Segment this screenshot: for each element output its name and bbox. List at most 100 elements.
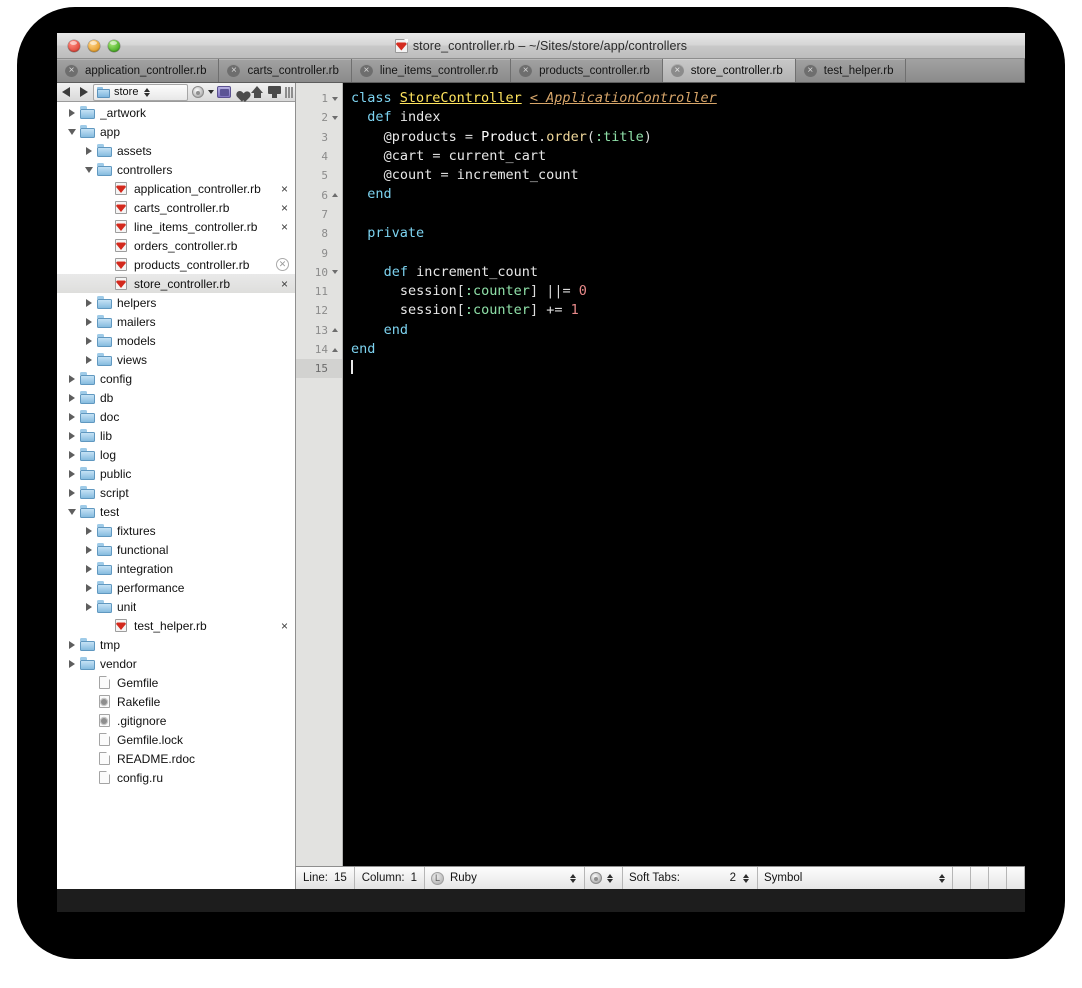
close-icon[interactable]: × — [803, 64, 817, 77]
symbol-select[interactable]: Symbol — [757, 867, 953, 889]
code-fold-toggle[interactable] — [330, 328, 339, 333]
chevron-right-icon[interactable] — [83, 544, 94, 555]
minimize-button[interactable] — [88, 39, 100, 52]
close-icon[interactable]: × — [65, 64, 78, 77]
tree-item[interactable]: carts_controller.rb × — [57, 198, 295, 217]
chevron-right-icon[interactable] — [83, 601, 94, 612]
tree-item[interactable]: views — [57, 350, 295, 369]
editor-tab[interactable]: × carts_controller.rb — [219, 59, 352, 82]
chevron-right-icon[interactable] — [83, 316, 94, 327]
editor-tab[interactable]: × store_controller.rb — [662, 59, 796, 82]
line-number-gutter[interactable]: 1 2 3 4 5 6 7 8 9 10 11 12 13 14 15 — [296, 83, 343, 866]
editor-tab[interactable]: × line_items_controller.rb — [351, 59, 512, 82]
tree-item[interactable]: log — [57, 445, 295, 464]
home-icon[interactable] — [249, 84, 266, 101]
project-file-tree[interactable]: _artwork app assets controllers application_… — [57, 102, 295, 889]
tree-item[interactable]: README.rdoc — [57, 749, 295, 768]
gutter-line[interactable]: 4 — [296, 147, 342, 166]
language-select[interactable]: L Ruby — [424, 867, 585, 889]
tree-item[interactable]: db — [57, 388, 295, 407]
code-fold-toggle[interactable] — [330, 347, 339, 352]
tree-item[interactable]: performance — [57, 578, 295, 597]
chevron-right-icon[interactable] — [66, 392, 77, 403]
chevron-right-icon[interactable] — [66, 107, 77, 118]
gutter-line[interactable]: 13 — [296, 321, 342, 340]
chevron-right-icon[interactable] — [83, 354, 94, 365]
code-fold-toggle[interactable] — [330, 96, 339, 101]
window-titlebar[interactable]: store_controller.rb – ~/Sites/store/app/… — [57, 33, 1025, 59]
unsaved-marker[interactable]: × — [281, 620, 288, 632]
gutter-line[interactable]: 3 — [296, 128, 342, 147]
tree-item[interactable]: _artwork — [57, 103, 295, 122]
unsaved-marker[interactable]: × — [281, 278, 288, 290]
chevron-right-icon[interactable] — [66, 449, 77, 460]
gutter-line[interactable]: 5 — [296, 166, 342, 185]
chevron-right-icon[interactable] — [66, 411, 77, 422]
code-fold-toggle[interactable] — [330, 193, 339, 198]
tree-item[interactable]: controllers — [57, 160, 295, 179]
tree-item[interactable]: public — [57, 464, 295, 483]
tree-item[interactable]: test — [57, 502, 295, 521]
tree-item[interactable]: application_controller.rb × — [57, 179, 295, 198]
chevron-right-icon[interactable] — [66, 487, 77, 498]
close-icon[interactable]: × — [359, 64, 373, 77]
editor-tabbar[interactable]: × application_controller.rb × carts_control… — [57, 59, 1025, 83]
gutter-line[interactable]: 1 — [296, 89, 342, 108]
editor-tab[interactable]: × products_controller.rb — [511, 59, 663, 82]
favorites-heart-icon[interactable] — [232, 84, 249, 101]
chevron-down-icon[interactable] — [66, 506, 77, 517]
gutter-line[interactable]: 7 — [296, 205, 342, 224]
tree-item[interactable]: tmp — [57, 635, 295, 654]
tree-item[interactable]: test_helper.rb × — [57, 616, 295, 635]
chevron-right-icon[interactable] — [66, 373, 77, 384]
tree-item[interactable]: lib — [57, 426, 295, 445]
gutter-line[interactable]: 8 — [296, 224, 342, 243]
tree-item[interactable]: vendor — [57, 654, 295, 673]
tree-item[interactable]: mailers — [57, 312, 295, 331]
project-toolbar[interactable]: store — [57, 83, 295, 102]
language-stepper[interactable] — [569, 873, 578, 883]
tree-item[interactable]: fixtures — [57, 521, 295, 540]
gutter-line[interactable]: 2 — [296, 108, 342, 127]
chevron-right-icon[interactable] — [83, 525, 94, 536]
gutter-line[interactable]: 15 — [296, 359, 342, 379]
tree-item[interactable]: Gemfile — [57, 673, 295, 692]
close-icon[interactable]: × — [227, 64, 241, 77]
symbol-stepper[interactable] — [937, 873, 946, 883]
editor-tab[interactable]: × test_helper.rb — [795, 59, 907, 82]
chevron-right-icon[interactable] — [66, 639, 77, 650]
tree-item[interactable]: store_controller.rb × — [57, 274, 295, 293]
gutter-line[interactable]: 12 — [296, 301, 342, 320]
back-button[interactable] — [58, 84, 75, 101]
unsaved-marker[interactable]: × — [281, 183, 288, 195]
close-icon[interactable]: ✕ — [276, 258, 289, 271]
editor-tab[interactable]: × application_controller.rb — [57, 59, 220, 82]
close-icon[interactable]: × — [519, 64, 533, 77]
chevron-down-icon[interactable] — [206, 84, 215, 101]
chevron-down-icon[interactable] — [66, 126, 77, 137]
path-stepper[interactable] — [142, 87, 151, 97]
chevron-right-icon[interactable] — [66, 468, 77, 479]
tree-item[interactable]: config.ru — [57, 768, 295, 787]
tree-item[interactable]: orders_controller.rb — [57, 236, 295, 255]
tree-item[interactable]: Gemfile.lock — [57, 730, 295, 749]
tree-item[interactable]: config — [57, 369, 295, 388]
gear-icon[interactable] — [189, 84, 206, 101]
statusbar-gear-menu[interactable] — [584, 867, 623, 889]
soft-tabs-select[interactable]: Soft Tabs: 2 — [622, 867, 758, 889]
gutter-line[interactable]: 6 — [296, 185, 342, 204]
code-fold-toggle[interactable] — [330, 115, 339, 120]
chevron-right-icon[interactable] — [83, 335, 94, 346]
tree-item[interactable]: products_controller.rb ✕ — [57, 255, 295, 274]
project-folder-icon[interactable] — [215, 84, 232, 101]
gutter-line[interactable]: 9 — [296, 243, 342, 262]
tree-item[interactable]: line_items_controller.rb × — [57, 217, 295, 236]
soft-tabs-stepper[interactable] — [742, 873, 751, 883]
chevron-right-icon[interactable] — [66, 430, 77, 441]
display-icon[interactable] — [266, 84, 283, 101]
resize-grip-icon[interactable] — [283, 84, 294, 101]
tree-item[interactable]: script — [57, 483, 295, 502]
unsaved-marker[interactable]: × — [281, 202, 288, 214]
tree-item[interactable]: Rakefile — [57, 692, 295, 711]
tree-item[interactable]: helpers — [57, 293, 295, 312]
